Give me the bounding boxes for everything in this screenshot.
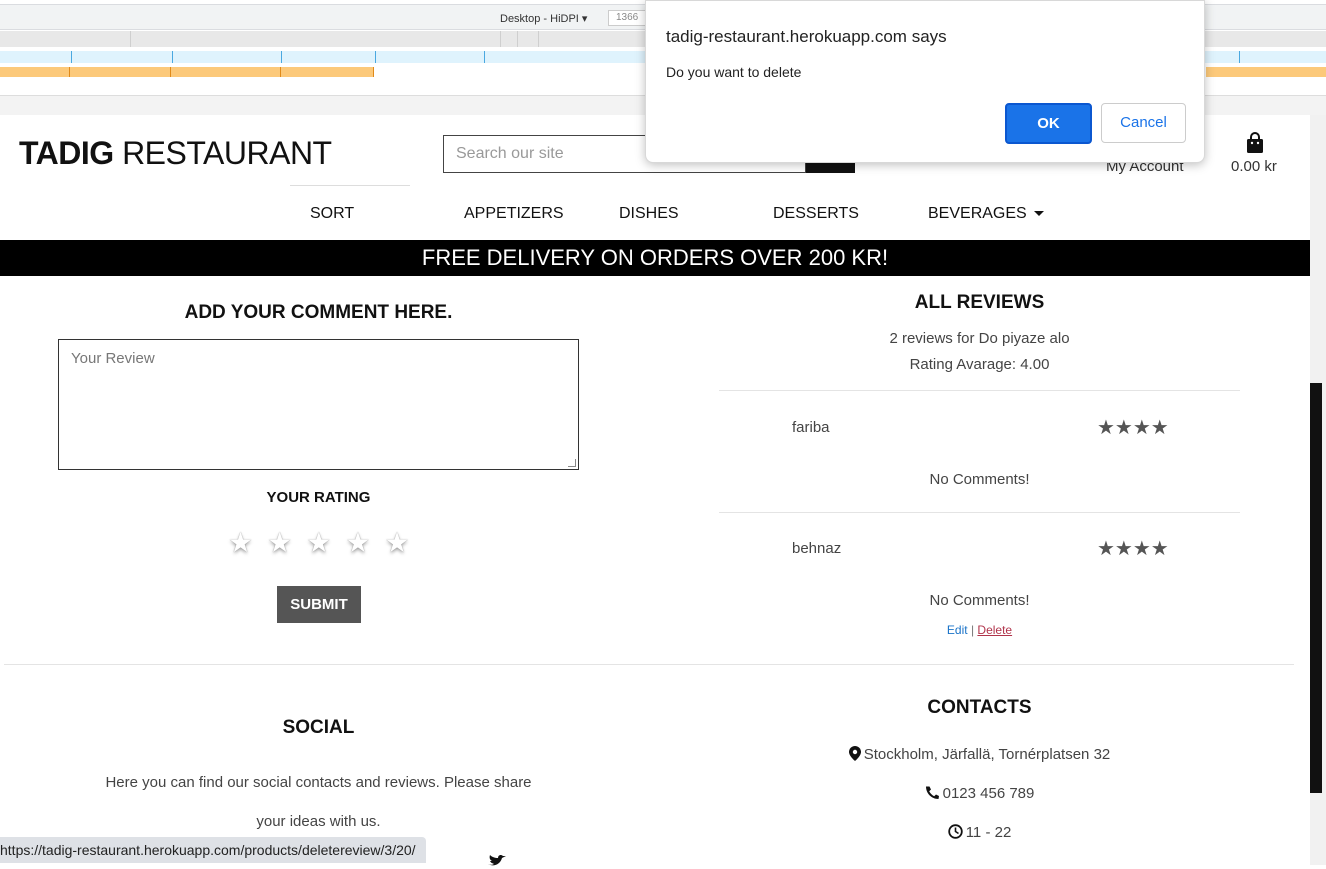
dialog-message: Do you want to delete [666,64,802,80]
media-query-bar-orange[interactable] [0,67,374,77]
star-5-icon[interactable]: ★ [384,529,409,557]
scrollbar-thumb[interactable] [1310,383,1322,793]
review-actions: Edit | Delete [719,623,1240,637]
contacts-heading: CONTACTS [927,697,1032,718]
contact-hours: 11 - 22 [719,824,1240,841]
dialog-title: tadig-restaurant.herokuapp.com says [666,27,947,46]
delete-review-link[interactable]: Delete [977,623,1012,637]
review-stars: ★★★★ [1097,417,1169,439]
delivery-banner: FREE DELIVERY ON ORDERS OVER 200 KR! [0,240,1310,276]
social-description: Here you can find our social contacts an… [58,763,579,841]
social-line-2: your ideas with us. [256,813,381,830]
contact-phone: 0123 456 789 [719,785,1240,802]
logo-divider [290,185,410,186]
device-select[interactable]: Desktop - HiDPI ▾ [500,12,587,25]
footer-divider [4,664,1294,665]
cart-total[interactable]: 0.00 kr [1231,158,1277,175]
media-query-bar-orange-right[interactable] [1206,67,1326,77]
review-author: fariba [792,419,830,436]
status-bar-url: https://tadig-restaurant.herokuapp.com/p… [0,837,426,863]
confirm-dialog: tadig-restaurant.herokuapp.com says Do y… [645,0,1205,163]
page-viewport: TADIG RESTAURANT Search our site My Acco… [0,115,1310,865]
review-divider [719,512,1240,513]
rating-average: Rating Avarage: 4.00 [909,356,1050,373]
action-separator: | [970,623,975,637]
phone-icon [925,786,939,799]
page-scrollbar[interactable] [1310,115,1326,865]
nav-desserts[interactable]: DESSERTS [773,205,859,223]
all-reviews-heading: ALL REVIEWS [914,292,1045,313]
logo-rest: RESTAURANT [113,135,332,171]
review-author: behnaz [792,540,842,557]
nav-sort[interactable]: SORT [310,205,354,223]
twitter-icon[interactable] [487,855,507,867]
phone-text: 0123 456 789 [942,785,1035,802]
review-comment: No Comments! [929,592,1030,609]
star-2-icon[interactable]: ★ [267,529,292,557]
site-logo[interactable]: TADIG RESTAURANT [19,135,332,172]
nav-dishes[interactable]: DISHES [619,205,679,223]
review-count: 2 reviews for Do piyaze alo [889,330,1070,347]
hours-text: 11 - 22 [965,824,1012,841]
resize-grip-icon[interactable] [568,459,576,467]
width-input[interactable]: 1366 [608,10,646,26]
nav-beverages[interactable]: BEVERAGES [928,205,1044,223]
review-textarea[interactable]: Your Review [58,339,579,470]
ok-button[interactable]: OK [1005,103,1092,144]
star-3-icon[interactable]: ★ [306,529,331,557]
cancel-button[interactable]: Cancel [1101,103,1186,143]
social-line-1: Here you can find our social contacts an… [105,774,532,791]
rating-input[interactable]: ★ ★ ★ ★ ★ [228,529,410,557]
shopping-bag-icon[interactable] [1245,132,1265,154]
reviews-divider [719,390,1240,391]
star-4-icon[interactable]: ★ [345,529,370,557]
address-text: Stockholm, Järfallä, Tornérplatsen 32 [863,746,1111,763]
review-stars: ★★★★ [1097,538,1169,560]
contact-address: Stockholm, Järfallä, Tornérplatsen 32 [719,746,1240,763]
star-1-icon[interactable]: ★ [228,529,253,557]
clock-icon [948,824,963,839]
nav-beverages-label: BEVERAGES [928,205,1027,222]
map-marker-icon [848,746,861,761]
logo-bold: TADIG [19,135,114,171]
review-comment: No Comments! [929,471,1030,488]
submit-button[interactable]: SUBMIT [277,586,361,623]
add-comment-heading: ADD YOUR COMMENT HERE. [184,302,453,323]
edit-review-link[interactable]: Edit [947,623,968,637]
review-placeholder: Your Review [71,350,155,367]
caret-down-icon [1033,211,1044,217]
nav-appetizers[interactable]: APPETIZERS [464,205,564,223]
your-rating-label: YOUR RATING [266,489,371,506]
social-heading: SOCIAL [282,717,355,738]
